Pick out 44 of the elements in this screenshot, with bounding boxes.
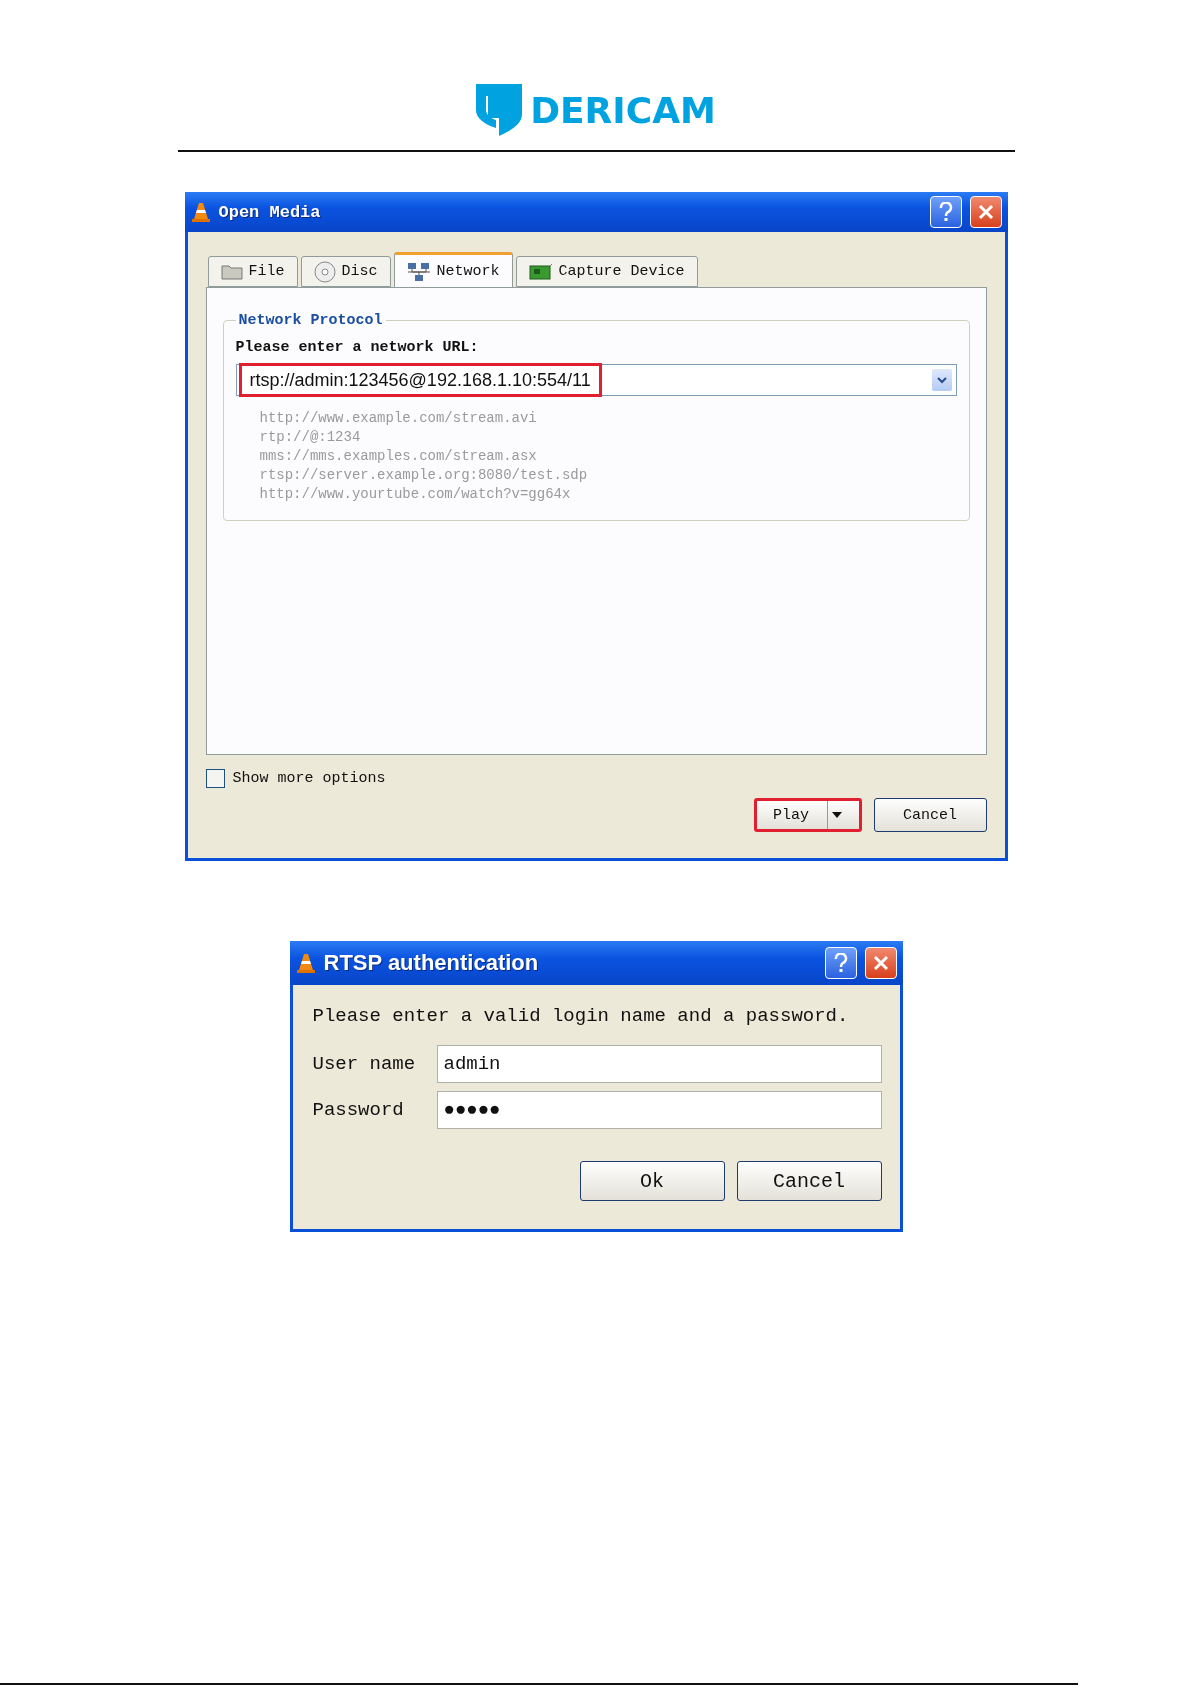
dialog-button[interactable]: Ok — [579, 1161, 725, 1201]
shield-logo-icon — [476, 84, 523, 136]
question-mark-icon — [832, 953, 849, 973]
dialog-button[interactable]: Cancel — [736, 1161, 882, 1201]
disc-icon — [313, 260, 336, 283]
example-url: mms://mms.examples.com/stream.asx — [259, 448, 538, 464]
close-icon — [977, 204, 994, 220]
tab[interactable]: Network — [393, 252, 513, 288]
caret-icon — [832, 812, 842, 818]
example-url: http://www.yourtube.com/watch?v=gg64x — [259, 486, 572, 502]
tab[interactable]: Disc — [300, 256, 391, 287]
url-label: Please enter a network URL: — [235, 339, 480, 356]
url-combo-box[interactable]: rtsp://admin:123456@192.168.1.10:554/11 — [235, 364, 957, 396]
group-title: Network Protocol — [237, 312, 384, 329]
field-label: Password — [312, 1099, 405, 1121]
tab[interactable]: Capture Device — [515, 256, 698, 287]
example-url: rtp://@:1234 — [259, 429, 362, 445]
dropdown-button[interactable] — [931, 369, 952, 391]
checkbox-label: Show more options — [232, 770, 386, 787]
input-field[interactable]: ●●●●● — [436, 1091, 882, 1129]
close-icon — [872, 955, 889, 971]
tab[interactable]: File — [207, 256, 298, 287]
traffic-cone-icon — [295, 952, 316, 974]
window-title: RTSP authentication — [323, 950, 540, 976]
help-button[interactable] — [929, 196, 962, 228]
field-label: User name — [312, 1053, 417, 1075]
circuit-card-icon — [528, 262, 553, 281]
logo-text: DERICAM — [530, 89, 716, 131]
close-button[interactable] — [864, 947, 897, 979]
play-button[interactable]: Play — [753, 798, 862, 832]
question-mark-icon — [937, 202, 954, 222]
network-icon — [406, 261, 431, 282]
window-title: Open Media — [218, 202, 322, 222]
chevron-down-icon — [936, 376, 947, 384]
close-button[interactable] — [969, 196, 1002, 228]
checkbox[interactable] — [205, 769, 225, 788]
input-field[interactable]: admin — [436, 1045, 882, 1083]
cancel-button[interactable]: Cancel — [873, 798, 987, 832]
traffic-cone-icon — [190, 201, 211, 223]
folder-icon — [220, 263, 243, 280]
message-text: Please enter a valid login name and a password. — [312, 1005, 850, 1027]
example-url: http://www.example.com/stream.avi — [259, 410, 538, 426]
example-url: rtsp://server.example.org:8080/test.sdp — [259, 467, 589, 483]
help-button[interactable] — [824, 947, 857, 979]
